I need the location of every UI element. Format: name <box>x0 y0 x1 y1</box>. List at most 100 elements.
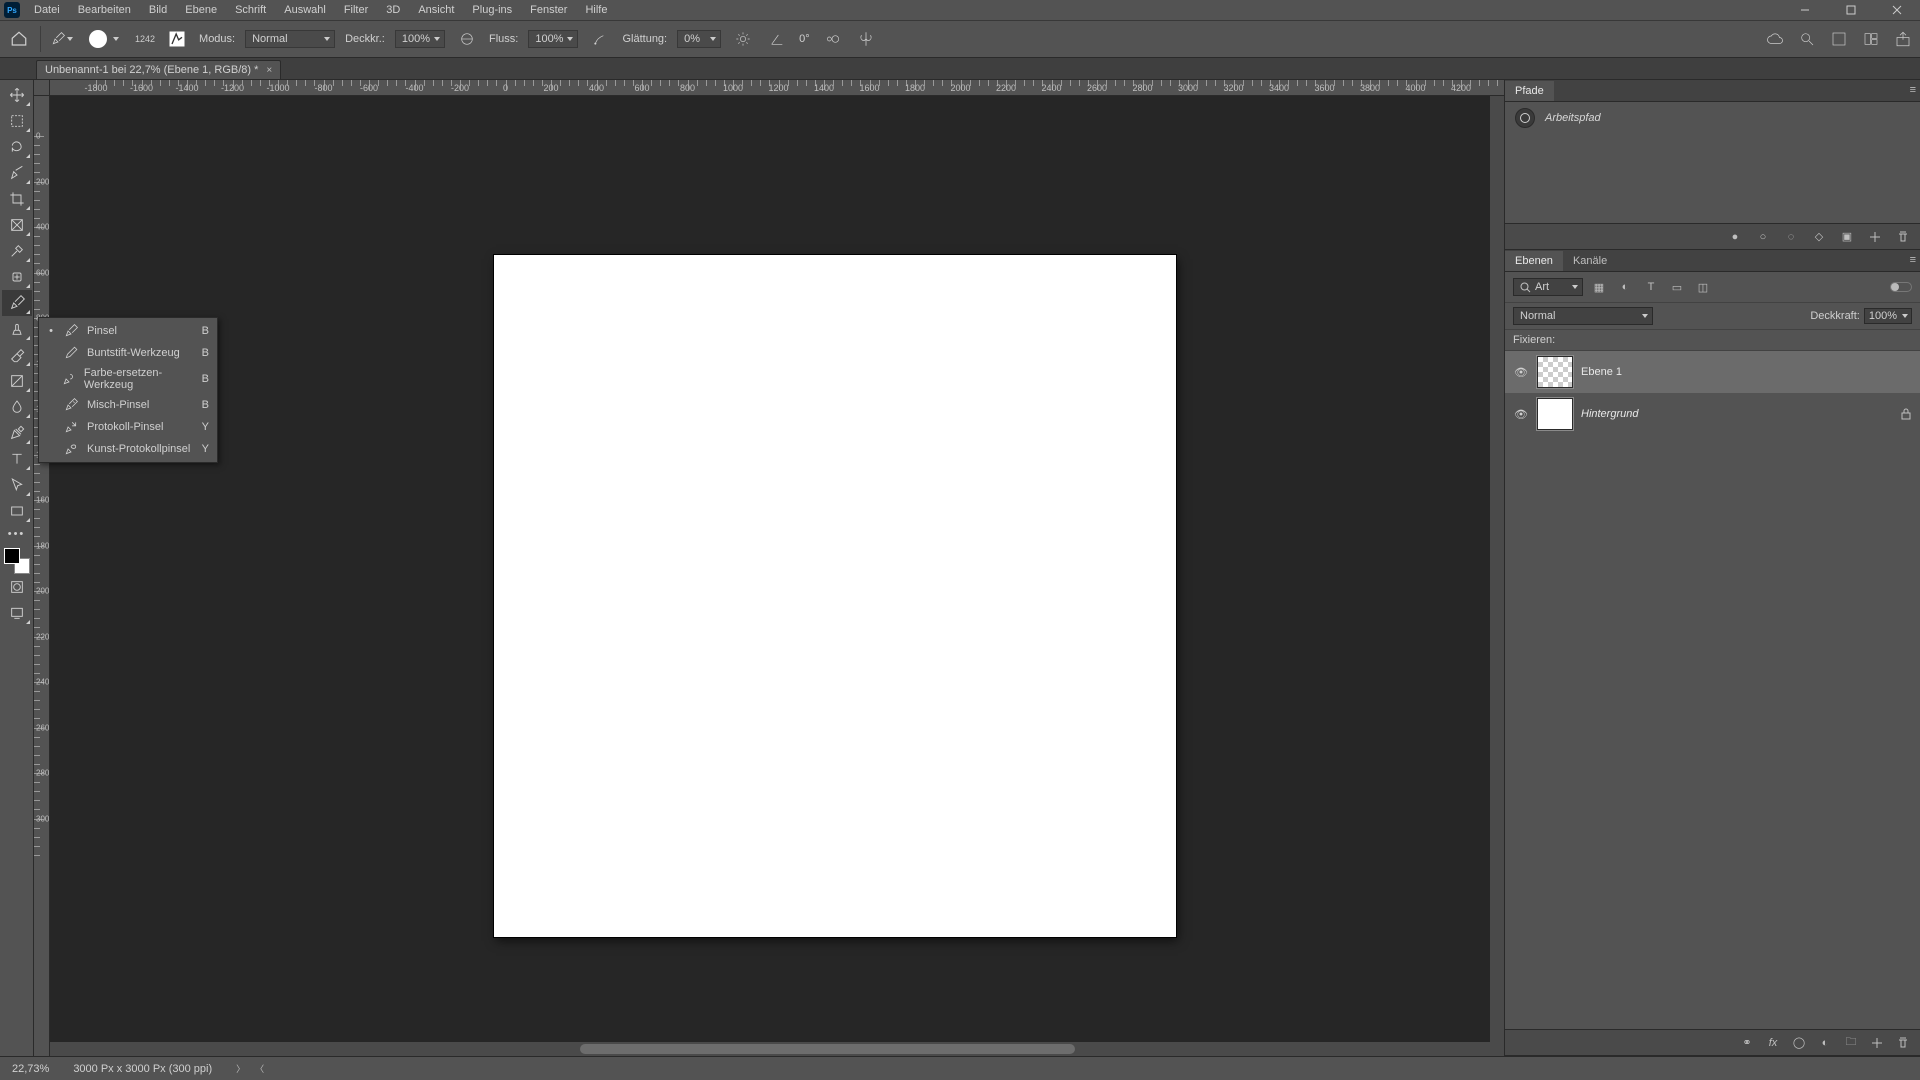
flyout-item-farbe-ersetzen[interactable]: Farbe-ersetzen-Werkzeug B <box>39 364 217 394</box>
layer-thumbnail[interactable] <box>1537 356 1573 388</box>
brush-panel-toggle-icon[interactable] <box>165 27 189 51</box>
layer-opacity-field[interactable]: 100% <box>1864 308 1912 324</box>
window-close-button[interactable] <box>1874 0 1920 20</box>
lasso-tool[interactable] <box>2 134 32 160</box>
ruler-origin[interactable] <box>34 80 50 96</box>
blend-mode-dropdown[interactable]: Normal <box>245 30 335 48</box>
smoothing-field[interactable]: 0% <box>677 30 721 48</box>
paths-tab[interactable]: Pfade <box>1505 81 1554 101</box>
layer-thumbnail[interactable] <box>1537 398 1573 430</box>
menu-filter[interactable]: Filter <box>336 2 376 18</box>
vertical-ruler[interactable]: 0200400600800100012001400160018002000220… <box>34 96 50 1056</box>
pressure-opacity-icon[interactable] <box>455 27 479 51</box>
path-selection-tool[interactable] <box>2 472 32 498</box>
panel-menu-icon[interactable]: ≡ <box>1910 254 1916 266</box>
arrange-documents-icon[interactable] <box>1830 30 1848 48</box>
layer-name[interactable]: Ebene 1 <box>1581 366 1622 378</box>
menu-plugins[interactable]: Plug-ins <box>464 2 520 18</box>
layer-blend-mode-dropdown[interactable]: Normal <box>1513 307 1653 325</box>
menu-3d[interactable]: 3D <box>378 2 408 18</box>
flyout-item-protokollpinsel[interactable]: Protokoll-Pinsel Y <box>39 416 217 438</box>
filter-type-icon[interactable]: T <box>1643 279 1659 295</box>
smoothing-options-icon[interactable] <box>731 27 755 51</box>
gradient-tool[interactable] <box>2 368 32 394</box>
pen-tool[interactable] <box>2 420 32 446</box>
new-adjustment-layer-icon[interactable]: ◐ <box>1818 1036 1832 1050</box>
eraser-tool[interactable] <box>2 342 32 368</box>
brush-preset-picker[interactable] <box>83 30 125 48</box>
layer-row[interactable]: 👁 Ebene 1 <box>1505 351 1920 393</box>
filter-pixel-icon[interactable]: ▦ <box>1591 279 1607 295</box>
new-path-icon[interactable] <box>1868 230 1882 244</box>
quick-selection-tool[interactable] <box>2 160 32 186</box>
doc-info-flyout-icon[interactable]: 〉 <box>236 1062 245 1075</box>
color-swatches[interactable] <box>4 548 30 574</box>
layer-name[interactable]: Hintergrund <box>1581 408 1638 420</box>
quick-mask-tool[interactable] <box>2 574 32 600</box>
window-minimize-button[interactable] <box>1782 0 1828 20</box>
layer-lock-icon[interactable] <box>1900 408 1912 420</box>
visibility-toggle-icon[interactable]: 👁 <box>1513 366 1529 379</box>
path-to-selection-icon[interactable]: ◌ <box>1784 230 1798 244</box>
flyout-item-buntstift[interactable]: Buntstift-Werkzeug B <box>39 342 217 364</box>
menu-schrift[interactable]: Schrift <box>227 2 274 18</box>
stroke-path-icon[interactable]: ○ <box>1756 230 1770 244</box>
document-tab[interactable]: Unbenannt-1 bei 22,7% (Ebene 1, RGB/8) *… <box>36 60 281 79</box>
delete-layer-icon[interactable] <box>1896 1036 1910 1050</box>
layer-fx-icon[interactable]: fx <box>1766 1036 1780 1050</box>
menu-ansicht[interactable]: Ansicht <box>410 2 462 18</box>
home-icon[interactable] <box>8 28 30 50</box>
horizontal-ruler[interactable]: -1800-1600-1400-1200-1000-800-600-400-20… <box>50 80 1504 96</box>
current-tool-icon[interactable] <box>51 28 73 50</box>
layer-row[interactable]: 👁 Hintergrund <box>1505 393 1920 435</box>
frame-tool[interactable] <box>2 212 32 238</box>
type-tool[interactable] <box>2 446 32 472</box>
flyout-item-pinsel[interactable]: • Pinsel B <box>39 320 217 342</box>
add-mask-icon[interactable]: ▣ <box>1840 230 1854 244</box>
filter-adjustment-icon[interactable]: ◐ <box>1617 279 1633 295</box>
menu-bearbeiten[interactable]: Bearbeiten <box>70 2 139 18</box>
link-layers-icon[interactable]: ⚭ <box>1740 1036 1754 1050</box>
vertical-scrollbar[interactable] <box>1490 96 1504 1042</box>
angle-icon[interactable] <box>765 27 789 51</box>
layer-kind-filter[interactable]: Art <box>1513 278 1583 296</box>
pressure-size-icon[interactable] <box>820 27 844 51</box>
add-mask-icon[interactable]: ◯ <box>1792 1036 1806 1050</box>
healing-brush-tool[interactable] <box>2 264 32 290</box>
blur-tool[interactable] <box>2 394 32 420</box>
cloud-docs-icon[interactable] <box>1766 30 1784 48</box>
selection-to-path-icon[interactable]: ◇ <box>1812 230 1826 244</box>
flyout-item-mischpinsel[interactable]: Misch-Pinsel B <box>39 394 217 416</box>
symmetry-icon[interactable] <box>854 27 878 51</box>
filter-toggle-switch[interactable] <box>1890 282 1912 292</box>
menu-auswahl[interactable]: Auswahl <box>276 2 334 18</box>
brush-tool[interactable] <box>2 290 32 316</box>
clone-stamp-tool[interactable] <box>2 316 32 342</box>
filter-shape-icon[interactable]: ▭ <box>1669 279 1685 295</box>
menu-ebene[interactable]: Ebene <box>177 2 225 18</box>
foreground-color-swatch[interactable] <box>4 548 20 564</box>
scrollbar-thumb[interactable] <box>580 1044 1075 1054</box>
share-icon[interactable] <box>1894 30 1912 48</box>
opacity-field[interactable]: 100% <box>395 30 445 48</box>
channels-tab[interactable]: Kanäle <box>1563 251 1617 271</box>
new-layer-icon[interactable] <box>1870 1036 1884 1050</box>
canvas[interactable] <box>494 255 1176 937</box>
document-info[interactable]: 3000 Px x 3000 Px (300 ppi) <box>73 1063 212 1075</box>
marquee-tool[interactable] <box>2 108 32 134</box>
screen-mode-tool[interactable] <box>2 600 32 626</box>
angle-value[interactable]: 0° <box>799 33 810 45</box>
path-item[interactable]: Arbeitspfad <box>1505 102 1920 134</box>
doc-info-prev-icon[interactable]: 〈 <box>255 1062 264 1075</box>
flow-field[interactable]: 100% <box>528 30 578 48</box>
menu-datei[interactable]: Datei <box>26 2 68 18</box>
airbrush-icon[interactable] <box>588 27 612 51</box>
window-maximize-button[interactable] <box>1828 0 1874 20</box>
zoom-level[interactable]: 22,73% <box>12 1063 49 1075</box>
new-group-icon[interactable]: 🗀 <box>1844 1036 1858 1050</box>
edit-toolbar-icon[interactable]: ••• <box>8 524 26 544</box>
crop-tool[interactable] <box>2 186 32 212</box>
workspace-switcher-icon[interactable] <box>1862 30 1880 48</box>
search-icon[interactable] <box>1798 30 1816 48</box>
menu-fenster[interactable]: Fenster <box>522 2 575 18</box>
